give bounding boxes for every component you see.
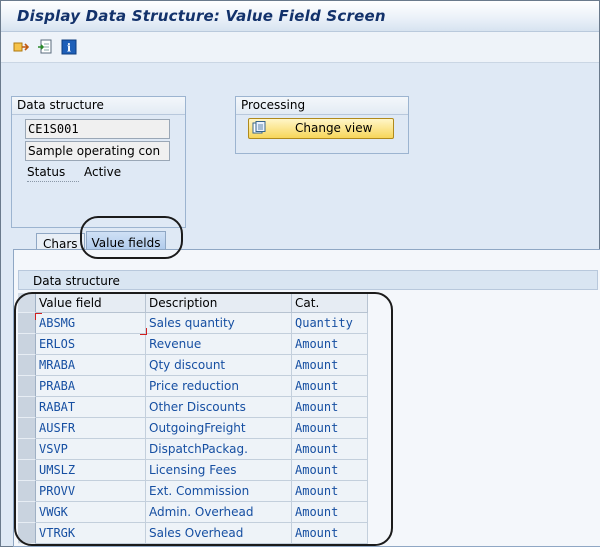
status-label-underline	[27, 181, 79, 182]
page-title: Display Data Structure: Value Field Scre…	[17, 7, 386, 25]
application-toolbar: i	[1, 32, 599, 63]
data-structure-subheader: Data structure	[18, 270, 598, 290]
status-value: Active	[84, 165, 122, 179]
processing-group: Processing Change view	[235, 96, 409, 154]
data-structure-group: Data structure CE1S001 Sample operating …	[11, 96, 186, 228]
title-bar: Display Data Structure: Value Field Scre…	[1, 1, 599, 32]
data-structure-group-title: Data structure	[12, 97, 185, 115]
other-object-icon[interactable]	[13, 39, 30, 55]
check-icon[interactable]	[37, 39, 53, 55]
table-highlight-oval	[14, 292, 393, 546]
info-icon[interactable]: i	[61, 39, 77, 55]
change-view-button[interactable]: Change view	[248, 118, 394, 139]
tab-highlight-oval	[80, 216, 183, 259]
main-content: Data structure CE1S001 Sample operating …	[1, 63, 600, 547]
data-structure-description-field[interactable]: Sample operating con	[25, 141, 170, 161]
status-label: Status	[27, 165, 66, 179]
change-view-icon	[252, 121, 266, 135]
svg-text:i: i	[67, 42, 71, 55]
change-view-label: Change view	[295, 121, 373, 135]
data-structure-name-field[interactable]: CE1S001	[25, 119, 170, 139]
processing-group-title: Processing	[236, 97, 408, 115]
